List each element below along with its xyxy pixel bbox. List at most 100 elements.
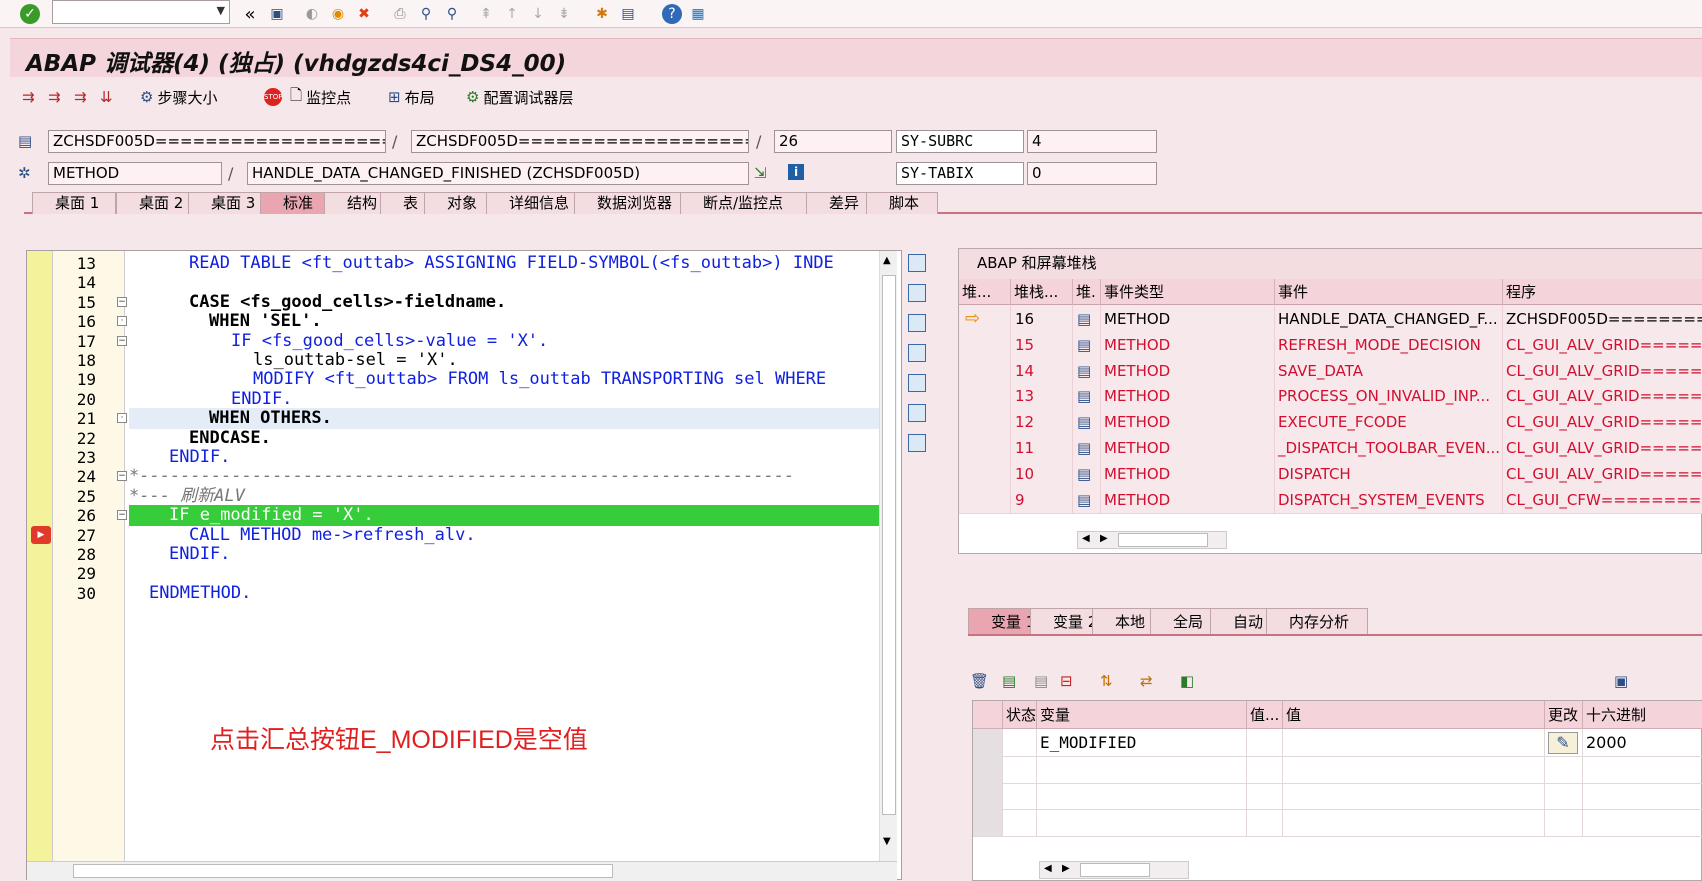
save-icon[interactable]: ▣ bbox=[267, 4, 287, 24]
stack-hscrollbar[interactable]: ◀ ▶ bbox=[1077, 531, 1227, 549]
source-icon[interactable]: ▤ bbox=[1073, 305, 1101, 333]
var-hscrollbar[interactable]: ◀ ▶ bbox=[1039, 861, 1189, 879]
stop-icon[interactable]: STOP bbox=[264, 86, 282, 108]
tab-script[interactable]: 脚本 bbox=[866, 192, 938, 214]
hscroll-thumb[interactable] bbox=[73, 864, 613, 878]
col-header[interactable]: 堆. bbox=[1073, 279, 1101, 305]
config-layers-button[interactable]: ⚙ 配置调试器层 bbox=[466, 86, 573, 108]
transfer-icon[interactable]: ⇄ bbox=[1140, 672, 1153, 690]
source-icon[interactable]: ▤ bbox=[1073, 459, 1101, 488]
row-selector[interactable] bbox=[973, 755, 1003, 784]
find-next-icon[interactable]: ⚲ bbox=[442, 4, 462, 24]
code-line[interactable]: ENDIF. bbox=[129, 447, 889, 468]
fold-icon[interactable]: − bbox=[117, 335, 127, 346]
scroll-thumb[interactable] bbox=[1118, 533, 1208, 547]
stack-row[interactable]: 10 ▤ METHOD DISPATCH CL_GUI_ALV_GRID===== bbox=[959, 459, 1702, 488]
delete-icon[interactable]: 🗑 bbox=[970, 672, 989, 690]
prev-page-icon[interactable]: ↑ bbox=[502, 4, 522, 24]
new-session-icon[interactable]: ✱ bbox=[592, 4, 612, 24]
split-icon[interactable] bbox=[908, 374, 926, 392]
horizontal-scrollbar[interactable] bbox=[27, 861, 897, 881]
code-line[interactable]: IF <fs_good_cells>-value = 'X'. bbox=[129, 331, 889, 352]
scroll-left-icon[interactable]: ◀ bbox=[1044, 863, 1052, 874]
first-page-icon[interactable]: ⇞ bbox=[476, 4, 496, 24]
source-code-editor[interactable]: ▶ 13 14 15 16 17 18 19 20 21 22 23 24 25 26 27 28 29 30 R… bbox=[26, 250, 902, 881]
breakpoint-gutter[interactable]: ▶ bbox=[27, 251, 53, 861]
fold-icon[interactable]: · bbox=[117, 316, 127, 327]
sysfield2-value[interactable]: 0 bbox=[1027, 162, 1157, 185]
print-icon[interactable]: ⎙ bbox=[390, 4, 410, 24]
scroll-left-icon[interactable]: ◀ bbox=[1082, 533, 1090, 544]
code-line[interactable]: CALL METHOD me->refresh_alv. bbox=[129, 525, 889, 546]
scroll-thumb[interactable] bbox=[882, 275, 896, 815]
col-header[interactable]: 值... bbox=[1247, 701, 1283, 729]
copy-icon[interactable]: ▤ bbox=[1034, 672, 1048, 690]
navigate-icon[interactable]: ⇲ bbox=[754, 164, 772, 182]
code-line[interactable]: MODIFY <ft_outtab> FROM ls_outtab TRANSP… bbox=[129, 369, 889, 390]
col-header[interactable]: 更改 bbox=[1545, 701, 1583, 729]
var-name[interactable] bbox=[1037, 808, 1247, 837]
code-line[interactable]: READ TABLE <ft_outtab> ASSIGNING FIELD-S… bbox=[129, 253, 889, 274]
remove-icon[interactable]: ⊟ bbox=[1060, 672, 1073, 690]
tab-desktop-1[interactable]: 桌面 1 bbox=[32, 192, 116, 214]
var-name[interactable] bbox=[1037, 755, 1247, 784]
include-field[interactable]: ZCHSDF005D=================== bbox=[411, 130, 749, 153]
fold-icon[interactable]: − bbox=[117, 296, 127, 307]
help-icon[interactable]: ? bbox=[662, 4, 682, 24]
code-line[interactable]: WHEN 'SEL'. bbox=[129, 311, 889, 332]
stack-row[interactable]: 11 ▤ METHOD _DISPATCH_TOOLBAR_EVEN... CL_GUI… bbox=[959, 434, 1702, 462]
settings-icon[interactable] bbox=[908, 434, 926, 452]
code-line[interactable] bbox=[129, 272, 889, 293]
find-icon[interactable]: ⚲ bbox=[416, 4, 436, 24]
source-icon[interactable]: ▤ bbox=[1073, 408, 1101, 437]
scroll-up-icon[interactable]: ▲ bbox=[883, 255, 891, 266]
code-line[interactable]: ENDIF. bbox=[129, 389, 889, 410]
col-header[interactable]: 变量 bbox=[1037, 701, 1247, 729]
next-page-icon[interactable]: ↓ bbox=[528, 4, 548, 24]
col-header[interactable]: 状态 bbox=[1003, 701, 1037, 729]
new-window-icon[interactable] bbox=[908, 284, 926, 302]
stack-row[interactable]: 9 ▤ METHOD DISPATCH_SYSTEM_EVENTS CL_GUI_CFW… bbox=[959, 485, 1702, 514]
col-header[interactable]: 堆... bbox=[959, 279, 1011, 305]
var-name[interactable] bbox=[1037, 782, 1247, 810]
chevron-down-icon[interactable]: ▼ bbox=[217, 4, 225, 17]
scroll-down-icon[interactable]: ▼ bbox=[883, 836, 891, 847]
continue-icon[interactable]: ⇊ bbox=[100, 86, 113, 108]
var-value[interactable] bbox=[1283, 755, 1545, 784]
var-change[interactable] bbox=[1545, 755, 1583, 784]
scroll-right-icon[interactable]: ▶ bbox=[1062, 863, 1070, 874]
command-field[interactable]: ▼ bbox=[52, 0, 230, 24]
var-name[interactable]: E_MODIFIED bbox=[1037, 729, 1247, 757]
line-field[interactable]: 26 bbox=[774, 130, 892, 153]
maximize-icon[interactable] bbox=[908, 344, 926, 362]
last-page-icon[interactable]: ⇟ bbox=[554, 4, 574, 24]
headset-icon[interactable] bbox=[908, 404, 926, 422]
back-icon[interactable]: ◐ bbox=[302, 4, 322, 24]
var-value[interactable] bbox=[1283, 729, 1545, 757]
var-value[interactable] bbox=[1283, 782, 1545, 810]
step-into-icon[interactable]: ⇉ bbox=[22, 86, 35, 108]
check-icon[interactable]: ✓ bbox=[20, 4, 40, 24]
row-selector[interactable] bbox=[973, 808, 1003, 837]
current-code-line[interactable]: IF e_modified = 'X'. bbox=[129, 505, 889, 527]
type-field[interactable]: METHOD bbox=[48, 162, 222, 185]
code-line[interactable]: CASE <fs_good_cells>-fieldname. bbox=[129, 292, 889, 313]
row-selector[interactable] bbox=[973, 782, 1003, 810]
event-field[interactable]: HANDLE_DATA_CHANGED_FINISHED (ZCHSDF005D… bbox=[247, 162, 749, 185]
cancel-icon[interactable]: ✖ bbox=[354, 4, 374, 24]
save-icon[interactable]: ▣ bbox=[1614, 672, 1628, 690]
col-header[interactable]: 值 bbox=[1283, 701, 1545, 729]
code-line[interactable]: ENDIF. bbox=[129, 544, 889, 565]
row-selector-header[interactable] bbox=[973, 701, 1003, 729]
code-line[interactable] bbox=[129, 563, 889, 584]
col-header[interactable]: 事件 bbox=[1275, 279, 1503, 305]
layout-button[interactable]: ⊞ 布局 bbox=[388, 86, 435, 108]
info-icon[interactable]: i bbox=[788, 164, 804, 180]
code-line[interactable]: *---------------------------------------… bbox=[129, 466, 889, 487]
sysfield1-value[interactable]: 4 bbox=[1027, 130, 1157, 153]
var-change[interactable] bbox=[1545, 782, 1583, 810]
step-size-button[interactable]: ⚙ 步骤大小 bbox=[140, 86, 217, 108]
view-icon[interactable]: ◧ bbox=[1180, 672, 1194, 690]
stack-row[interactable]: 14 ▤ METHOD SAVE_DATA CL_GUI_ALV_GRID===== bbox=[959, 356, 1702, 385]
watchpoint-button[interactable]: 🗋 监控点 bbox=[290, 86, 351, 108]
